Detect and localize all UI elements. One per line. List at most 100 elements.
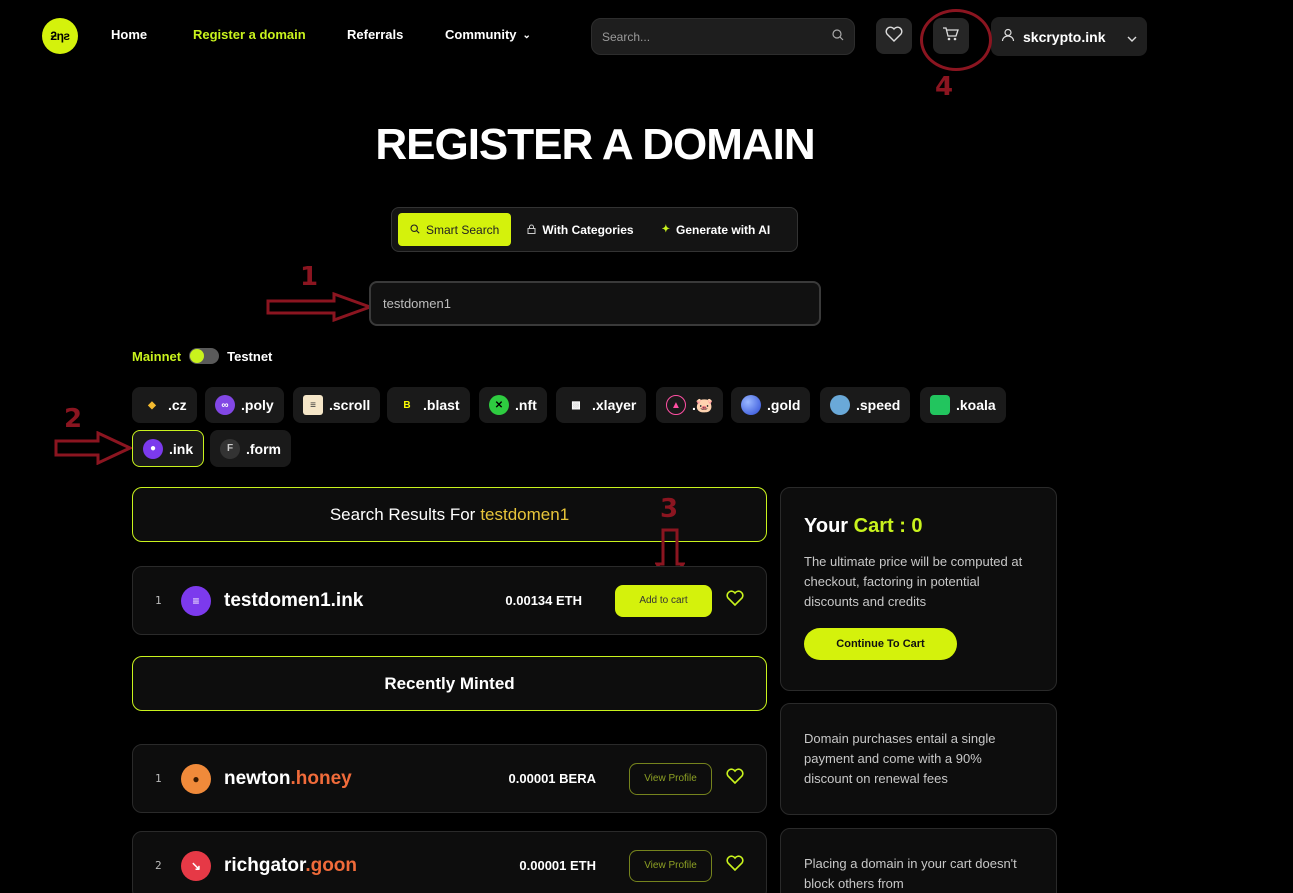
scroll-icon: ≡ xyxy=(303,395,323,415)
tld-chip-scroll[interactable]: ≡ .scroll xyxy=(293,387,381,423)
favorite-heart-icon[interactable] xyxy=(726,768,744,789)
add-to-cart-button[interactable]: Add to cart xyxy=(615,584,712,617)
nav-register-domain[interactable]: Register a domain xyxy=(193,27,306,42)
nav-referrals[interactable]: Referrals xyxy=(347,27,403,42)
annotation-arrow-right xyxy=(266,292,374,322)
search-icon xyxy=(410,223,420,237)
chevron-down-icon xyxy=(1127,29,1137,45)
koala-icon xyxy=(930,395,950,415)
pig-icon: ▲ xyxy=(666,395,686,415)
tld-chip-form[interactable]: F .form xyxy=(210,430,291,467)
view-profile-button[interactable]: View Profile xyxy=(629,762,712,795)
header-search[interactable] xyxy=(591,18,855,55)
nav-community-label: Community xyxy=(445,27,517,42)
tld-label: .🐷 xyxy=(692,396,714,413)
row-index: 1 xyxy=(155,594,162,607)
domain-name: newton.honey xyxy=(224,768,496,790)
annotation-number-4: 4 xyxy=(935,72,954,102)
chevron-down-icon: ⌄ xyxy=(522,30,531,41)
mainnet-label: Mainnet xyxy=(132,348,182,364)
search-input[interactable] xyxy=(602,29,832,44)
user-menu-button[interactable]: skcrypto.ink xyxy=(991,17,1147,56)
user-icon xyxy=(1001,28,1015,45)
favorites-button[interactable] xyxy=(876,18,912,54)
domain-price: 0.00001 BERA xyxy=(508,771,596,786)
sparkle-icon: ✦ xyxy=(661,224,670,235)
tld-chip-nft[interactable]: ✕ .nft xyxy=(479,387,547,423)
heart-icon xyxy=(885,26,903,47)
tld-chip-cz[interactable]: ◆ .cz xyxy=(132,387,197,423)
testnet-label: Testnet xyxy=(227,348,273,364)
domain-input[interactable] xyxy=(383,296,807,311)
blast-icon: B xyxy=(403,399,411,411)
domain-name: richgator.goon xyxy=(224,855,496,877)
user-name: skcrypto.ink xyxy=(1023,28,1106,45)
tab-label: Smart Search xyxy=(426,222,500,237)
favorite-heart-icon[interactable] xyxy=(726,590,744,611)
tab-generate-ai[interactable]: ✦ Generate with AI xyxy=(650,213,783,246)
tld-label: .poly xyxy=(241,397,274,413)
network-toggle: Mainnet Testnet xyxy=(132,348,272,364)
view-profile-button[interactable]: View Profile xyxy=(629,849,712,882)
annotation-circle xyxy=(920,9,992,71)
tab-label: Generate with AI xyxy=(676,222,771,237)
xlayer-icon: ▩ xyxy=(571,399,581,411)
domain-tld: .honey xyxy=(290,767,352,789)
recent-row: 2 ↘ richgator.goon 0.00001 ETH View Prof… xyxy=(132,831,767,893)
tld-label: .scroll xyxy=(329,397,371,413)
recent-row: 1 ● newton.honey 0.00001 BERA View Profi… xyxy=(132,744,767,813)
continue-to-cart-button[interactable]: Continue To Cart xyxy=(804,628,957,660)
annotation-number-3: 3 xyxy=(660,494,679,524)
tld-label: .ink xyxy=(169,440,194,457)
tld-label: .form xyxy=(246,440,281,457)
tld-chip-poly[interactable]: ∞ .poly xyxy=(205,387,284,423)
tab-smart-search[interactable]: Smart Search xyxy=(398,213,512,246)
tld-label: .xlayer xyxy=(592,397,637,413)
domain-price: 0.00134 ETH xyxy=(505,593,582,608)
favorite-heart-icon[interactable] xyxy=(726,855,744,876)
domain-label: newton xyxy=(224,767,291,789)
tld-label: .gold xyxy=(767,397,801,413)
tld-label: .koala xyxy=(956,397,996,413)
tld-chip-koala[interactable]: .koala xyxy=(920,387,1006,423)
gold-icon xyxy=(741,395,761,415)
tab-with-categories[interactable]: With Categories xyxy=(515,213,645,246)
zns-logo[interactable]: ƻƞƨ xyxy=(42,18,78,54)
cart-description: The ultimate price will be computed at c… xyxy=(804,554,1023,609)
honey-bear-icon: ● xyxy=(181,763,211,794)
tld-label: .cz xyxy=(168,397,187,413)
tab-label: With Categories xyxy=(542,222,634,237)
tld-label: .nft xyxy=(515,397,537,413)
ink-icon: ≡ xyxy=(181,585,211,616)
form-icon: F xyxy=(220,438,240,459)
ink-icon: ● xyxy=(143,438,163,459)
cart-count: Cart : 0 xyxy=(853,515,923,537)
tld-chip-xlayer[interactable]: ▩ .xlayer xyxy=(556,387,647,423)
nav-community[interactable]: Community ⌄ xyxy=(445,27,531,42)
search-icon[interactable] xyxy=(832,28,844,46)
results-query: testdomen1 xyxy=(480,504,570,524)
tld-chip-pig[interactable]: ▲ .🐷 xyxy=(656,387,724,423)
tld-chip-ink[interactable]: ● .ink xyxy=(132,430,205,467)
poly-icon: ∞ xyxy=(215,395,235,415)
speed-icon xyxy=(830,395,850,415)
annotation-number-1: 1 xyxy=(300,262,319,292)
domain-label: richgator xyxy=(224,854,306,876)
cart-title-your: Your xyxy=(804,515,849,537)
tld-label: .speed xyxy=(856,397,901,413)
network-switch[interactable] xyxy=(189,348,220,364)
tld-chip-speed[interactable]: .speed xyxy=(820,387,911,423)
nft-icon: ✕ xyxy=(489,395,509,415)
tld-chip-blast[interactable]: B .blast xyxy=(387,387,470,423)
cart-title: Your Cart : 0 xyxy=(804,515,1033,538)
search-mode-tabs: Smart Search With Categories ✦ Generate … xyxy=(391,207,798,252)
tld-chip-gold[interactable]: .gold xyxy=(731,387,811,423)
nav-home[interactable]: Home xyxy=(111,27,147,42)
info-card: Placing a domain in your cart doesn't bl… xyxy=(780,828,1057,893)
cz-icon: ◆ xyxy=(148,399,156,411)
domain-search-field[interactable] xyxy=(369,281,821,326)
annotation-number-2: 2 xyxy=(64,404,83,434)
cart-panel: Your Cart : 0 The ultimate price will be… xyxy=(780,487,1057,691)
page-title: REGISTER A DOMAIN xyxy=(375,120,815,169)
results-heading-label: Search Results For xyxy=(329,504,476,524)
